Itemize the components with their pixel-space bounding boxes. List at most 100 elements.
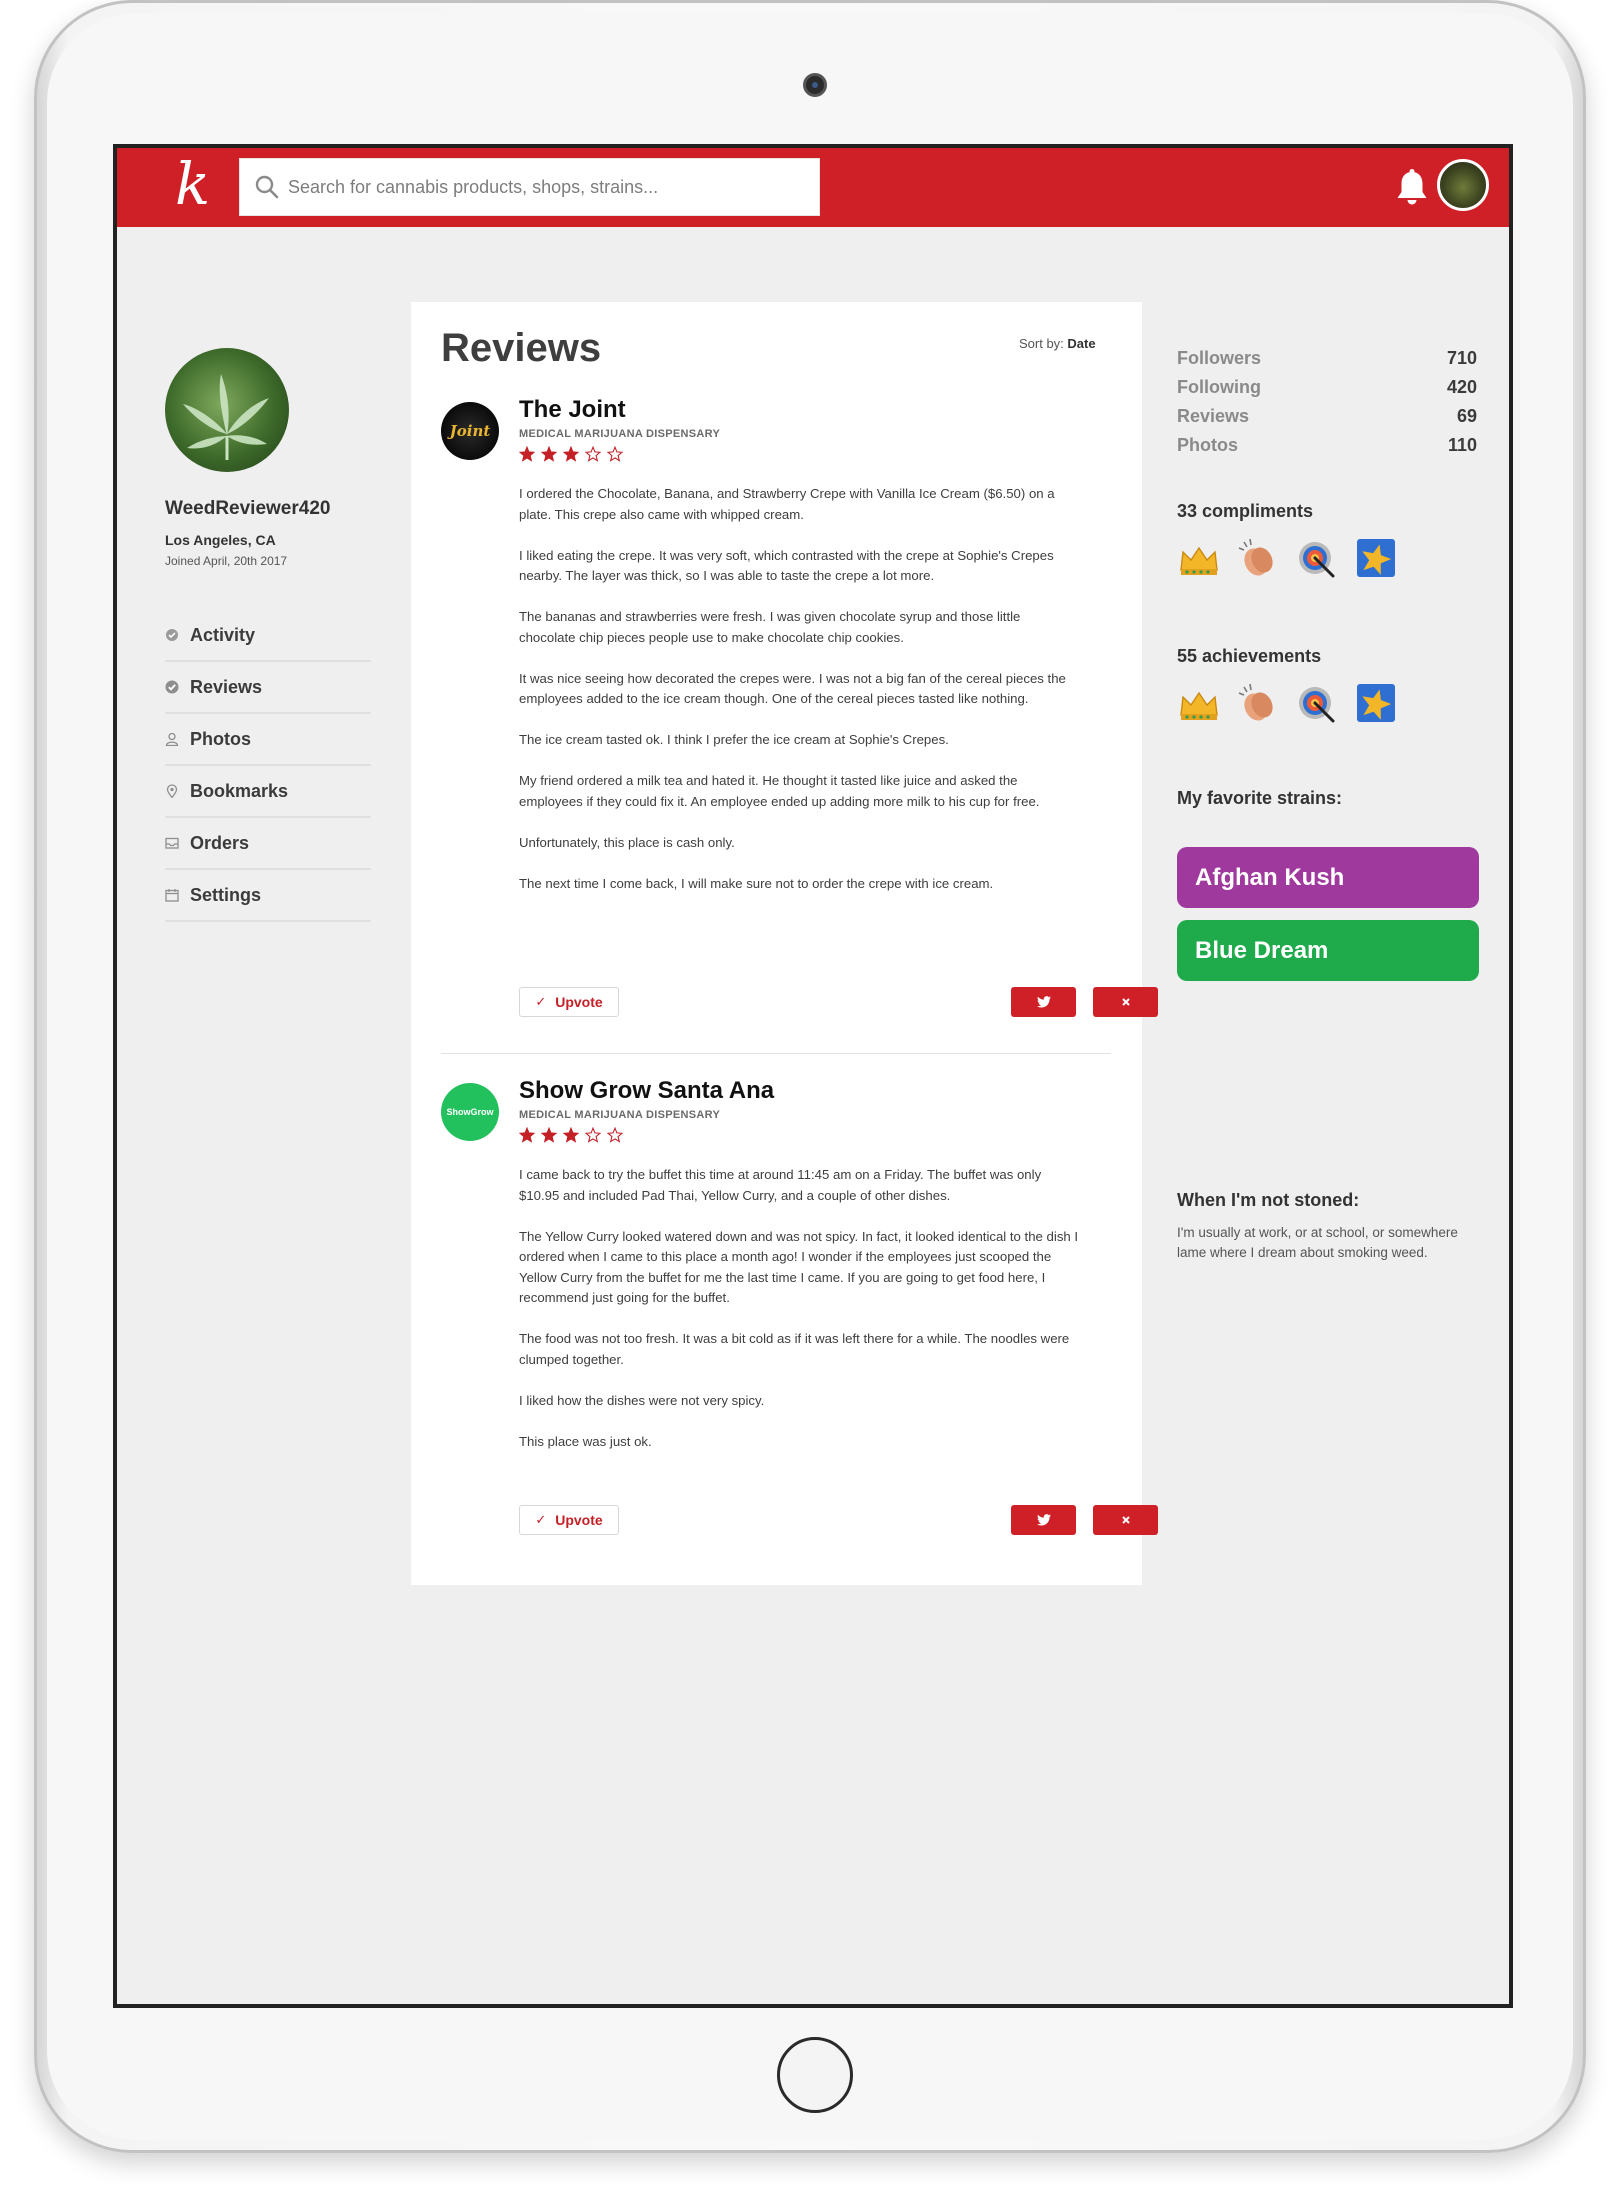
strain-blue-dream[interactable]: Blue Dream — [1177, 920, 1479, 981]
activity-icon — [166, 629, 178, 641]
close-share-button[interactable] — [1093, 1505, 1158, 1535]
nav-label: Orders — [190, 832, 250, 853]
cannabis-leaf-icon — [183, 374, 269, 460]
nav-label: Activity — [190, 624, 256, 645]
stat-value: 710 — [1446, 348, 1477, 368]
dispensary-logo-text: ShowGrow — [446, 1107, 494, 1117]
review-paragraph: I ordered the Chocolate, Banana, and Str… — [519, 486, 1055, 522]
review-paragraph: I came back to try the buffet this time … — [519, 1167, 1042, 1203]
stat-value: 110 — [1447, 435, 1477, 455]
star-empty-icon — [607, 1127, 623, 1143]
review-paragraph: The food was not too fresh. It was a bit… — [519, 1331, 1070, 1367]
star-filled-icon — [541, 446, 557, 462]
pin-icon — [166, 784, 178, 798]
review-divider — [441, 1053, 1111, 1054]
nav-item-orders[interactable]: Orders — [165, 818, 371, 870]
sort-control[interactable]: Sort by: Date — [1019, 336, 1096, 351]
review-paragraph: I liked eating the crepe. It was very so… — [519, 547, 1054, 584]
nav-item-bookmarks[interactable]: Bookmarks — [165, 766, 371, 818]
review-text: I ordered the Chocolate, Banana, and Str… — [519, 484, 1079, 915]
dispensary-type: MEDICAL MARIJUANA DISPENSARY — [519, 428, 721, 440]
close-share-button[interactable] — [1093, 987, 1158, 1017]
ipad-frame: k Search for cannabis products, shops, s… — [34, 0, 1586, 2153]
profile-picture — [165, 348, 289, 472]
search-input[interactable] — [288, 159, 808, 215]
profile-joined-date: Joined April, 20th 2017 — [165, 554, 288, 568]
stat-row[interactable]: Following 420 — [1177, 377, 1477, 406]
twitter-icon — [1036, 1514, 1051, 1526]
star-rating — [519, 1127, 629, 1143]
search-box[interactable] — [239, 158, 820, 216]
nav-item-reviews[interactable]: Reviews — [165, 662, 371, 714]
front-camera — [803, 73, 827, 97]
dispensary-name[interactable]: The Joint — [519, 396, 626, 424]
about-text: I'm usually at work, or at school, or so… — [1177, 1225, 1458, 1260]
sort-value[interactable]: Date — [1067, 336, 1095, 351]
upvote-label: Upvote — [555, 994, 603, 1010]
stats-list: Followers 710 Following 420 Reviews 69 Photos 1… — [1177, 348, 1477, 464]
stat-row[interactable]: Photos 110 — [1177, 435, 1477, 464]
stat-row[interactable]: Reviews 69 — [1177, 406, 1477, 435]
twitter-share-button[interactable] — [1011, 987, 1076, 1017]
review-text: I came back to try the buffet this time … — [519, 1165, 1079, 1473]
stat-row[interactable]: Followers 710 — [1177, 348, 1477, 377]
profile-navigation: Activity Reviews Photos Bookmarks Orders — [165, 610, 371, 922]
user-avatar[interactable] — [1437, 159, 1489, 211]
upvote-label: Upvote — [555, 1512, 603, 1528]
upvote-button[interactable]: ✓ Upvote — [519, 1505, 619, 1535]
star-empty-icon — [607, 446, 623, 462]
achievements-heading: 55 achievements — [1177, 646, 1322, 666]
star-badge-icon[interactable] — [1354, 681, 1398, 725]
star-filled-icon — [519, 446, 535, 462]
review-paragraph: The bananas and strawberries were fresh.… — [519, 609, 1021, 645]
nav-label: Bookmarks — [190, 780, 289, 801]
about-heading: When I'm not stoned: — [1177, 1190, 1360, 1210]
review-paragraph: The Yellow Curry looked watered down and… — [519, 1228, 1079, 1306]
target-icon[interactable] — [1295, 536, 1339, 580]
dispensary-type: MEDICAL MARIJUANA DISPENSARY — [519, 1109, 721, 1121]
review-paragraph: I liked how the dishes were not very spi… — [519, 1392, 765, 1408]
target-icon[interactable] — [1295, 681, 1339, 725]
clap-icon[interactable] — [1236, 536, 1280, 580]
strain-afghan-kush[interactable]: Afghan Kush — [1177, 847, 1479, 908]
star-filled-icon — [563, 446, 579, 462]
star-badge-icon[interactable] — [1354, 536, 1398, 580]
reviews-panel: Reviews Sort by: Date Joint The Joint ME… — [411, 302, 1158, 1585]
star-filled-icon — [563, 1127, 579, 1143]
checkmark-icon: ✓ — [535, 1512, 547, 1527]
nav-item-settings[interactable]: Settings — [165, 870, 371, 922]
review-paragraph: My friend ordered a milk tea and hated i… — [519, 773, 1040, 809]
dispensary-logo[interactable]: ShowGrow — [441, 1083, 499, 1141]
search-icon — [255, 175, 279, 199]
star-rating — [519, 446, 629, 462]
nav-label: Reviews — [190, 676, 263, 697]
crown-icon[interactable] — [1177, 681, 1221, 725]
check-circle-icon — [165, 680, 179, 694]
nav-label: Photos — [190, 728, 251, 749]
dispensary-name[interactable]: Show Grow Santa Ana — [519, 1077, 774, 1105]
clap-icon[interactable] — [1236, 681, 1280, 725]
nav-item-activity[interactable]: Activity — [165, 610, 371, 662]
review-paragraph: The ice cream tasted ok. I think I prefe… — [519, 732, 949, 747]
twitter-share-button[interactable] — [1011, 1505, 1076, 1535]
favorite-strains-heading: My favorite strains: — [1177, 788, 1343, 808]
review-paragraph: Unfortunately, this place is cash only. — [519, 834, 735, 850]
close-icon — [1121, 1516, 1130, 1524]
profile-username: WeedReviewer420 — [165, 498, 331, 519]
notification-bell-icon[interactable] — [1393, 168, 1431, 208]
achievement-badges — [1177, 681, 1413, 725]
stat-value: 69 — [1456, 406, 1477, 426]
home-button[interactable] — [777, 2037, 853, 2113]
top-navigation-bar: k — [117, 148, 1509, 227]
crown-icon[interactable] — [1177, 536, 1221, 580]
nav-item-photos[interactable]: Photos — [165, 714, 371, 766]
stat-value: 420 — [1446, 377, 1477, 397]
upvote-button[interactable]: ✓ Upvote — [519, 987, 619, 1017]
twitter-icon — [1036, 996, 1051, 1008]
app-logo[interactable]: k — [175, 154, 210, 214]
checkmark-icon: ✓ — [535, 994, 547, 1009]
profile-location: Los Angeles, CA — [165, 532, 276, 548]
nav-label: Settings — [190, 884, 262, 905]
star-empty-icon — [585, 1127, 601, 1143]
dispensary-logo[interactable]: Joint — [441, 402, 499, 460]
